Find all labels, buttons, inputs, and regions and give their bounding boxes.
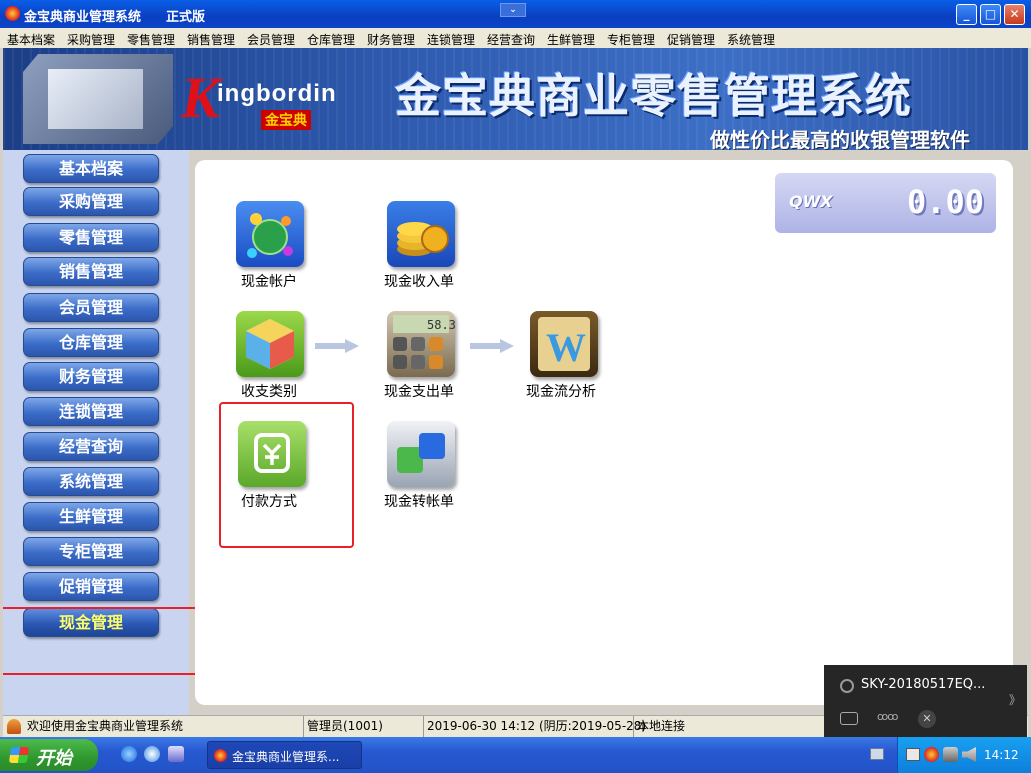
- tile-label: 收支类别: [241, 384, 297, 400]
- window-title: 金宝典商业管理系统: [24, 10, 142, 25]
- tile-cash-transfer[interactable]: 现金转帐单: [384, 421, 507, 513]
- chat-icon[interactable]: [840, 712, 858, 725]
- highlight-box-payment: [219, 402, 354, 548]
- app-shortcut-icon[interactable]: [168, 746, 184, 762]
- menu-item-shengxian[interactable]: 生鲜管理: [547, 31, 595, 48]
- sidebar: 基本档案 采购管理 零售管理 销售管理 会员管理 仓库管理 财务管理 连锁管理 …: [3, 150, 207, 715]
- start-button[interactable]: 开始: [0, 739, 98, 771]
- sidebar-item-caigou[interactable]: 采购管理: [23, 187, 159, 216]
- header-banner: K ingbordin 金宝典 金宝典商业零售管理系统 做性价比最高的收银管理软…: [3, 48, 1028, 150]
- close-button[interactable]: ✕: [1004, 4, 1025, 25]
- qwx-logo: QWX: [789, 192, 833, 211]
- chevron-down-icon[interactable]: ⌄: [500, 3, 526, 17]
- menu-item-cangku[interactable]: 仓库管理: [307, 31, 355, 48]
- sidebar-item-huiyuan[interactable]: 会员管理: [23, 293, 159, 322]
- sidebar-item-xitong[interactable]: 系统管理: [23, 467, 159, 496]
- sidebar-item-cuxiao[interactable]: 促销管理: [23, 572, 159, 601]
- browser-icon[interactable]: [144, 746, 160, 762]
- status-operator: 管理员(1001): [303, 716, 383, 738]
- tile-cash-income[interactable]: 现金收入单: [384, 201, 507, 293]
- sidebar-item-zhuangui[interactable]: 专柜管理: [23, 537, 159, 566]
- group-icon[interactable]: ꝏꝏ: [877, 710, 899, 727]
- ie-icon[interactable]: [121, 746, 137, 762]
- menu-item-zhuangui[interactable]: 专柜管理: [607, 31, 655, 48]
- tile-income-expense-category[interactable]: 收支类别: [236, 311, 356, 403]
- main-window: 金宝典商业管理系统 正式版 ⌄ _ □ ✕ 基本档案 采购管理 零售管理 销售管…: [0, 0, 1031, 773]
- w-book-icon: W: [530, 311, 598, 377]
- tile-cash-account[interactable]: 现金帐户: [236, 201, 356, 293]
- close-icon[interactable]: ✕: [918, 710, 936, 728]
- chevron-right-icon[interactable]: 》: [1009, 691, 1021, 708]
- volume-icon[interactable]: [962, 747, 976, 762]
- arrow-right-icon: [470, 339, 514, 353]
- banner-title: 金宝典商业零售管理系统: [395, 69, 912, 123]
- svg-text:58.3: 58.3: [427, 318, 455, 332]
- status-welcome: 欢迎使用金宝典商业管理系统: [27, 719, 184, 733]
- kingbordin-logo: K ingbordin 金宝典: [181, 65, 337, 130]
- menu-item-xitong[interactable]: 系统管理: [727, 31, 775, 48]
- sidebar-item-shengxian[interactable]: 生鲜管理: [23, 502, 159, 531]
- taskbar-item-app[interactable]: 金宝典商业管理系...: [207, 741, 362, 769]
- menu-item-liansuo[interactable]: 连锁管理: [427, 31, 475, 48]
- menu-item-lingshou[interactable]: 零售管理: [127, 31, 175, 48]
- cube-icon: [236, 311, 304, 377]
- user-avatar-icon: [840, 679, 854, 693]
- tile-label: 现金收入单: [384, 274, 454, 290]
- app-icon: [5, 6, 20, 21]
- menu-item-cuxiao[interactable]: 促销管理: [667, 31, 715, 48]
- menu-item-huiyuan[interactable]: 会员管理: [247, 31, 295, 48]
- user-icon: [7, 719, 21, 734]
- tile-label: 现金流分析: [526, 384, 596, 400]
- tile-label: 现金转帐单: [384, 494, 454, 510]
- sidebar-item-xiaoshou[interactable]: 销售管理: [23, 257, 159, 286]
- app-icon: [214, 749, 227, 762]
- taskbar: 开始 金宝典商业管理系... 14:12: [0, 737, 1031, 773]
- sidebar-item-jingying[interactable]: 经营查询: [23, 432, 159, 461]
- sidebar-item-liansuo[interactable]: 连锁管理: [23, 397, 159, 426]
- status-connection: 本地连接: [633, 716, 685, 738]
- tile-cash-expense[interactable]: 58.3 现金支出单: [384, 311, 507, 403]
- menu-item-jingying[interactable]: 经营查询: [487, 31, 535, 48]
- keyboard-icon[interactable]: [870, 748, 884, 760]
- calculator-icon: 58.3: [387, 311, 456, 377]
- menu-bar: 基本档案 采购管理 零售管理 销售管理 会员管理 仓库管理 财务管理 连锁管理 …: [0, 28, 1031, 48]
- menu-item-caigou[interactable]: 采购管理: [67, 31, 115, 48]
- session-name: SKY-20180517EQ...: [861, 677, 986, 692]
- printer-icon[interactable]: [906, 748, 920, 761]
- edition-label: 正式版: [166, 10, 206, 25]
- remote-session-popup: SKY-20180517EQ... 》 ꝏꝏ ✕: [824, 665, 1027, 737]
- tile-label: 现金支出单: [384, 384, 454, 400]
- banner-slogan: 做性价比最高的收银管理软件: [710, 128, 970, 150]
- sidebar-item-jibendangan[interactable]: 基本档案: [23, 154, 159, 183]
- amount-display: QWX 0.00: [775, 173, 996, 233]
- transfer-squares-icon: [387, 421, 455, 487]
- tile-cash-flow-analysis[interactable]: W 现金流分析: [526, 311, 650, 403]
- sidebar-item-cangku[interactable]: 仓库管理: [23, 328, 159, 357]
- arrow-right-icon: [315, 339, 359, 353]
- sidebar-item-caiwu[interactable]: 财务管理: [23, 362, 159, 391]
- windows-flag-icon: [8, 747, 30, 763]
- amount-value: 0.00: [906, 183, 984, 221]
- maximize-button[interactable]: □: [980, 4, 1001, 25]
- menu-item-caiwu[interactable]: 财务管理: [367, 31, 415, 48]
- system-tray: 14:12: [897, 737, 1031, 773]
- sidebar-item-lingshou[interactable]: 零售管理: [23, 223, 159, 252]
- globe-network-icon: [236, 201, 304, 267]
- menu-item-xiaoshou[interactable]: 销售管理: [187, 31, 235, 48]
- svg-text:W: W: [546, 325, 586, 370]
- app-tray-icon[interactable]: [924, 747, 939, 762]
- tile-label: 现金帐户: [241, 274, 297, 290]
- menu-item-jibendangan[interactable]: 基本档案: [7, 31, 55, 48]
- minimize-button[interactable]: _: [956, 4, 977, 25]
- status-datetime: 2019-06-30 14:12 (阴历:2019-05-28): [423, 716, 646, 738]
- title-bar: 金宝典商业管理系统 正式版 ⌄ _ □ ✕: [0, 0, 1031, 28]
- banner-graphic: [23, 54, 173, 144]
- network-icon[interactable]: [943, 747, 958, 762]
- highlight-box-sidebar: [3, 607, 207, 675]
- coins-icon: [387, 201, 455, 267]
- clock: 14:12: [984, 748, 1019, 762]
